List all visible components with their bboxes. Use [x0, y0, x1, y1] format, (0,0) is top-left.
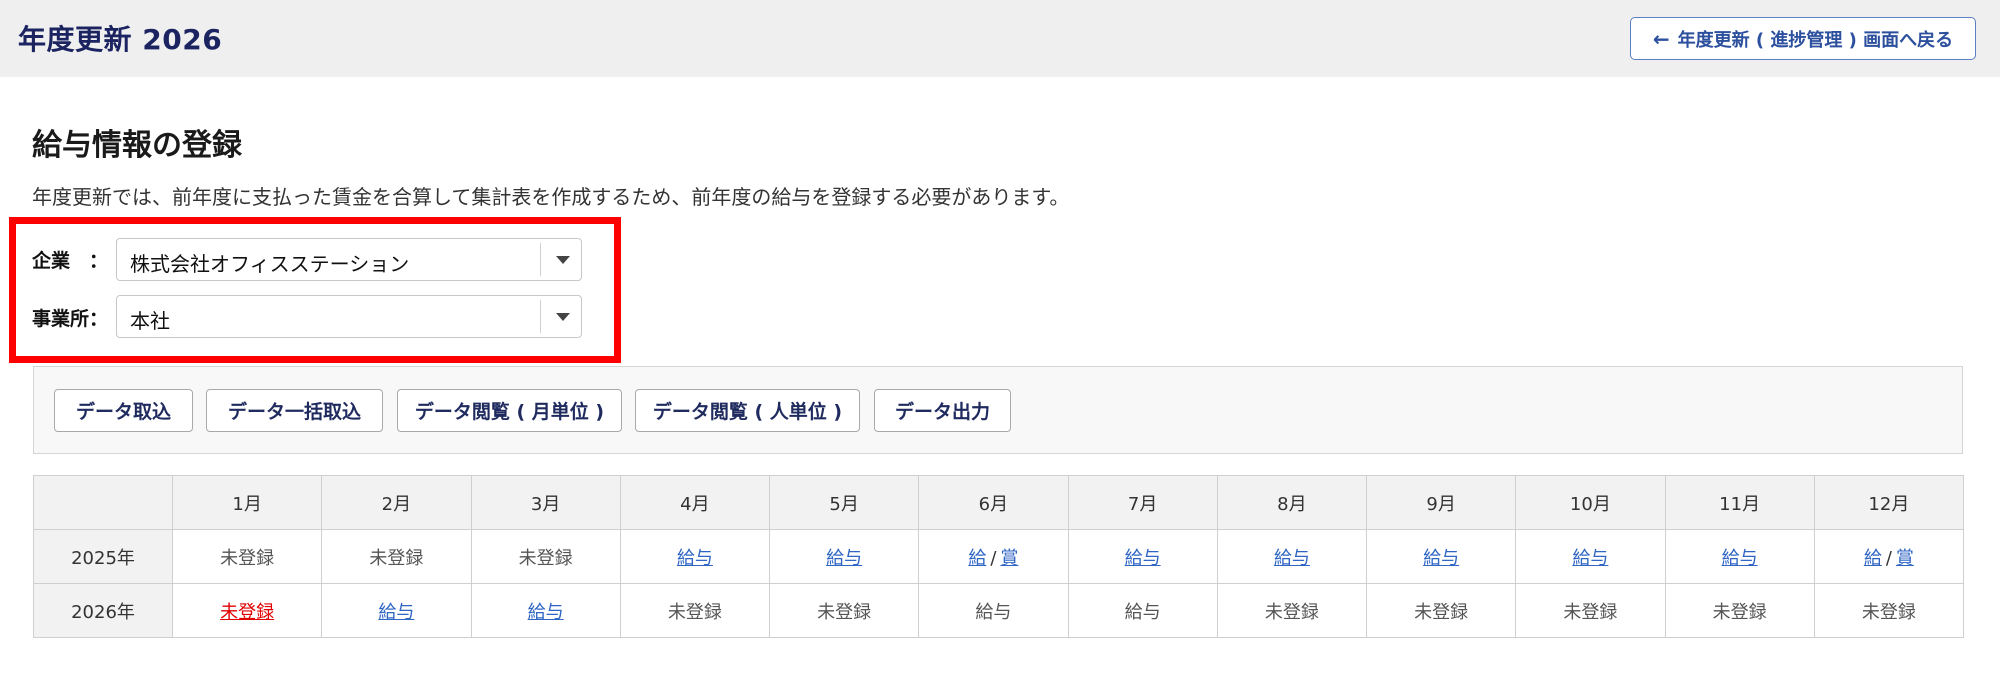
month-header: 9月 [1365, 475, 1517, 530]
month-cell: 給与 [1664, 529, 1815, 584]
arrow-left-icon: ← [1652, 26, 1670, 51]
month-cell: 未登録 [1365, 583, 1517, 638]
month-cell: 給与 [619, 529, 771, 584]
app-title: 年度更新 2026 [18, 23, 223, 56]
month-cell: 給与 [321, 583, 472, 638]
company-label: 企業 ： [32, 250, 109, 272]
separator: / [1885, 547, 1892, 569]
unregistered-status: 未登録 [817, 601, 872, 623]
company-select-value: 株式会社オフィスステーション [130, 252, 410, 276]
month-header: 7月 [1067, 475, 1218, 530]
month-cell: 給与 [1216, 529, 1368, 584]
month-cell: 給 / 賞 [918, 529, 1069, 584]
office-select-value: 本社 [130, 309, 170, 333]
month-cell: 給与 [1067, 583, 1218, 638]
salary-link[interactable]: 給与 [1423, 548, 1459, 569]
salary-link[interactable]: 給 [1864, 548, 1882, 569]
unregistered-status: 未登録 [667, 601, 722, 623]
month-cell: 未登録 [171, 583, 323, 638]
unregistered-status: 未登録 [1563, 601, 1618, 623]
month-header: 12月 [1813, 475, 1965, 530]
year-label: 2026年 [33, 583, 173, 638]
table-header-row: 1月 2月 3月 4月 5月 6月 7月 8月 9月 10月 11月 12月 [33, 475, 1965, 530]
unregistered-alert-link[interactable]: 未登録 [220, 602, 274, 623]
salary-link[interactable]: 給与 [528, 602, 564, 623]
select-divider [540, 243, 541, 276]
month-cell: 未登録 [470, 529, 621, 584]
month-cell: 給与 [470, 583, 621, 638]
month-cell: 未登録 [1515, 583, 1666, 638]
month-cell: 給与 [1067, 529, 1218, 584]
salary-link[interactable]: 給 [968, 548, 986, 569]
month-cell: 未登録 [1216, 583, 1368, 638]
back-to-progress-button[interactable]: ← 年度更新 ( 進捗管理 ) 画面へ戻る [1630, 17, 1976, 60]
data-bulk-import-button[interactable]: データ一括取込 [206, 389, 383, 432]
unregistered-status: 未登録 [1861, 601, 1916, 623]
company-select[interactable]: 株式会社オフィスステーション [116, 238, 582, 281]
top-bar: 年度更新 2026 ← 年度更新 ( 進捗管理 ) 画面へ戻る [0, 0, 2000, 77]
salary-link[interactable]: 給与 [1572, 548, 1608, 569]
unregistered-status: 未登録 [518, 547, 573, 569]
page-title: 給与情報の登録 [32, 128, 242, 163]
back-button-label: 年度更新 ( 進捗管理 ) 画面へ戻る [1677, 29, 1954, 51]
office-select[interactable]: 本社 [116, 295, 582, 338]
chevron-down-icon[interactable] [556, 313, 570, 321]
chevron-down-icon[interactable] [556, 256, 570, 264]
salary-link[interactable]: 給与 [1722, 548, 1758, 569]
month-cell: 給与 [768, 529, 920, 584]
salary-link[interactable]: 給与 [826, 548, 862, 569]
month-cell: 未登録 [321, 529, 472, 584]
salary-link[interactable]: 給与 [378, 602, 414, 623]
month-header: 5月 [768, 475, 920, 530]
unregistered-status: 未登録 [1712, 601, 1767, 623]
salary-link[interactable]: 給与 [677, 548, 713, 569]
year-column-header [33, 475, 173, 530]
month-cell: 給与 [1515, 529, 1666, 584]
month-cell: 未登録 [171, 529, 323, 584]
unregistered-status: 未登録 [1264, 601, 1319, 623]
month-cell: 給与 [1365, 529, 1517, 584]
data-import-button[interactable]: データ取込 [54, 389, 193, 432]
separator: / [990, 547, 997, 569]
month-cell: 未登録 [1813, 583, 1965, 638]
year-label: 2025年 [33, 529, 173, 584]
month-header: 10月 [1515, 475, 1666, 530]
month-header: 1月 [171, 475, 323, 530]
table-row: 2026年 未登録 給与 給与 未登録 未登録 給与 給与 未登録 未登録 未登録 未登録 未登録 [33, 583, 1965, 638]
month-header: 11月 [1664, 475, 1815, 530]
unregistered-status: 未登録 [369, 547, 424, 569]
month-header: 3月 [470, 475, 621, 530]
bonus-link[interactable]: 賞 [1896, 548, 1914, 569]
month-header: 2月 [321, 475, 472, 530]
unregistered-status: 未登録 [1414, 601, 1469, 623]
month-cell: 給与 [918, 583, 1069, 638]
select-divider [540, 300, 541, 333]
data-toolbar: データ取込 データ一括取込 データ閲覧 ( 月単位 ) データ閲覧 ( 人単位 … [33, 366, 1963, 454]
month-cell: 未登録 [1664, 583, 1815, 638]
salary-link[interactable]: 給与 [1125, 548, 1161, 569]
salary-status: 給与 [1124, 601, 1161, 623]
data-export-button[interactable]: データ出力 [874, 389, 1011, 432]
office-label: 事業所： [32, 308, 109, 330]
month-header: 8月 [1216, 475, 1368, 530]
month-cell: 未登録 [619, 583, 771, 638]
salary-link[interactable]: 給与 [1274, 548, 1310, 569]
data-view-person-button[interactable]: データ閲覧 ( 人単位 ) [635, 389, 860, 432]
unregistered-status: 未登録 [220, 547, 275, 569]
salary-registration-table: 1月 2月 3月 4月 5月 6月 7月 8月 9月 10月 11月 12月 2025年 未登録 未登録未… [33, 475, 1965, 638]
month-cell: 未登録 [768, 583, 920, 638]
data-view-monthly-button[interactable]: データ閲覧 ( 月単位 ) [397, 389, 622, 432]
month-header: 4月 [619, 475, 771, 530]
month-header: 6月 [918, 475, 1069, 530]
salary-status: 給与 [975, 601, 1012, 623]
table-row: 2025年 未登録 未登録 未登録 給与 給与給 / 賞給与 給与 給与 給与 給与給 / 賞 [33, 529, 1965, 584]
bonus-link[interactable]: 賞 [1000, 548, 1018, 569]
page-description: 年度更新では、前年度に支払った賃金を合算して集計表を作成するため、前年度の給与を… [32, 185, 1070, 209]
month-cell: 給 / 賞 [1813, 529, 1965, 584]
